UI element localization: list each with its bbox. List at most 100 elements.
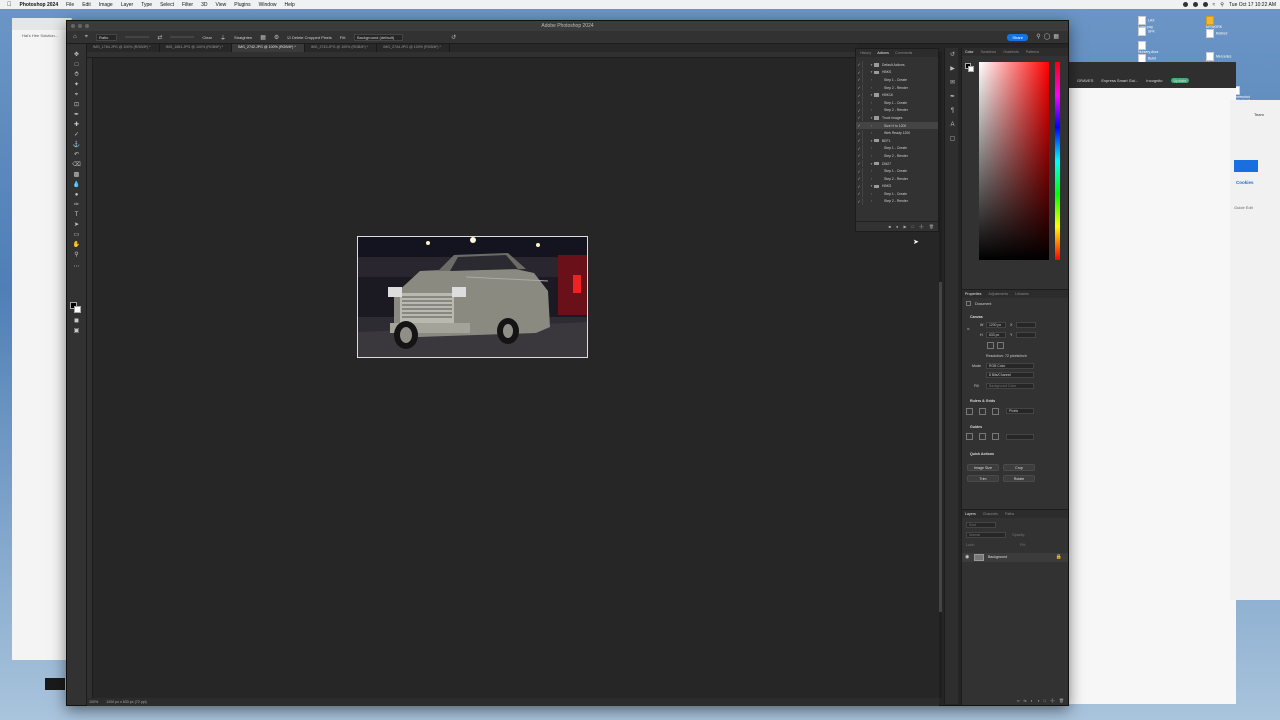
crop-tool-icon[interactable]: ⌖: [72, 92, 81, 99]
gradient-tool-icon[interactable]: ▩: [72, 172, 81, 179]
vertical-scrollbar[interactable]: [939, 52, 942, 698]
menu-plugins[interactable]: Plugins: [234, 2, 250, 8]
document-tab[interactable]: IMG_1784.JPG @ 100% (RGB/8*) *: [87, 44, 160, 52]
dialog-toggle[interactable]: [862, 114, 869, 122]
zoom-tool-icon[interactable]: ⚲: [72, 252, 81, 259]
action-step-row[interactable]: ✓ › Web Ready 1200: [856, 129, 938, 137]
team-label[interactable]: Team: [1254, 112, 1264, 117]
more-tools-icon[interactable]: ⋯: [72, 264, 81, 271]
mask-icon[interactable]: ◐: [1031, 698, 1033, 703]
width-field[interactable]: 1200 px: [986, 322, 1006, 328]
height-field[interactable]: 633 px: [986, 332, 1006, 338]
dialog-toggle[interactable]: [862, 175, 869, 183]
guides-section-title[interactable]: Guides: [970, 425, 982, 429]
menu-type[interactable]: Type: [141, 2, 152, 8]
menu-layer[interactable]: Layer: [121, 2, 134, 8]
wifi-icon[interactable]: ≈: [1213, 2, 1216, 8]
action-step-row[interactable]: ✓ › Step 2 - Render: [856, 175, 938, 183]
link-layers-icon[interactable]: ∞: [1017, 698, 1020, 703]
tab-properties[interactable]: Properties: [965, 292, 981, 296]
tab-paths[interactable]: Paths: [1005, 512, 1014, 516]
dialog-toggle[interactable]: [862, 129, 869, 137]
frame-tool-icon[interactable]: ⊡: [72, 102, 81, 109]
link-icon[interactable]: ∞: [967, 327, 970, 331]
dialog-toggle[interactable]: [862, 137, 869, 145]
ratio-width-field[interactable]: [125, 36, 150, 38]
rotate-button[interactable]: Rotate: [1003, 475, 1035, 482]
lasso-tool-icon[interactable]: ⥀: [72, 72, 81, 79]
document-tab[interactable]: IMG_1861.JPG @ 100% (RGB/8*) *: [160, 44, 233, 52]
action-step-row[interactable]: ✓ › Step 2 - Render: [856, 197, 938, 206]
desktop-file-icon[interactable]: Nursery.docx: [1138, 41, 1164, 54]
action-step-row[interactable]: ✓ › Step 1 - Create: [856, 99, 938, 107]
stop-icon[interactable]: ■: [889, 224, 891, 229]
blend-mode-dropdown[interactable]: Normal: [966, 532, 1006, 538]
tab-actions[interactable]: Actions: [877, 51, 889, 55]
cookies-link[interactable]: Cookies: [1236, 180, 1254, 185]
layer-kind-filter[interactable]: Kind: [966, 522, 996, 528]
dialog-toggle[interactable]: [862, 160, 869, 168]
ruler-icon[interactable]: [966, 408, 973, 415]
dialog-toggle[interactable]: [862, 190, 869, 198]
dialog-toggle[interactable]: [862, 152, 869, 160]
path-selection-tool-icon[interactable]: ➤: [72, 222, 81, 229]
menu-image[interactable]: Image: [99, 2, 113, 8]
desktop-folder-icon[interactable]: Retired: [1206, 29, 1232, 38]
eye-icon[interactable]: ◉: [965, 554, 969, 560]
dialog-toggle[interactable]: [862, 197, 869, 205]
search-icon[interactable]: ⚲: [1220, 2, 1224, 8]
dialog-toggle[interactable]: [862, 68, 869, 76]
home-icon[interactable]: ⌂: [73, 34, 77, 40]
guide-layout-icon[interactable]: [979, 433, 986, 440]
move-tool-icon[interactable]: ✥: [72, 52, 81, 59]
swap-icon[interactable]: ⇄: [157, 34, 162, 41]
portrait-orientation-icon[interactable]: [987, 342, 994, 349]
guide-icon[interactable]: [966, 433, 973, 440]
workspace-icons[interactable]: ⚲◯▦: [1036, 33, 1062, 40]
action-set-row[interactable]: ✓ ▾ DM27: [856, 160, 938, 168]
action-step-row[interactable]: ✓ › Step 1 - Create: [856, 167, 938, 175]
magic-wand-tool-icon[interactable]: ✦: [72, 82, 81, 89]
status-icon[interactable]: [1182, 2, 1188, 7]
browser-update-button[interactable]: Update: [1170, 78, 1190, 83]
browser-tab-label[interactable]: GRAVES: [1077, 78, 1093, 83]
type-tool-icon[interactable]: T: [72, 212, 81, 219]
y-field[interactable]: [1016, 332, 1036, 338]
landscape-orientation-icon[interactable]: [997, 342, 1004, 349]
document-tab-active[interactable]: IMG_2742.JPG @ 100% (RGB/8*) *: [232, 44, 305, 52]
canvas-area[interactable]: [93, 58, 939, 698]
dialog-toggle[interactable]: [862, 91, 869, 99]
menu-filter[interactable]: Filter: [182, 2, 193, 8]
trim-button[interactable]: Trim: [967, 475, 999, 482]
dialog-toggle[interactable]: [862, 99, 869, 107]
delete-cropped-pixels-checkbox[interactable]: ☑ Delete Cropped Pixels: [287, 35, 332, 40]
action-set-row[interactable]: ✓ ▾ HBKS: [856, 68, 938, 77]
minimize-window-button[interactable]: [78, 24, 82, 28]
document-tab[interactable]: IMG_2743.JPG @ 100% (RGB/8*) *: [305, 44, 378, 52]
pixel-grid-icon[interactable]: [992, 408, 999, 415]
action-set-row[interactable]: ✓ ▾ HBKS: [856, 182, 938, 191]
desktop-file-icon[interactable]: SFK: [1138, 27, 1164, 36]
play-icon[interactable]: ▶: [903, 224, 906, 229]
eyedropper-tool-icon[interactable]: ✒: [72, 112, 81, 119]
layer-name[interactable]: Background: [988, 555, 1007, 559]
tab-adjustments[interactable]: Adjustments: [988, 292, 1008, 296]
scrollbar-thumb[interactable]: [939, 282, 942, 612]
quick-actions-section-title[interactable]: Quick Actions: [970, 452, 994, 456]
menu-3d[interactable]: 3D: [201, 2, 207, 8]
apple-menu-icon[interactable]: : [7, 2, 12, 8]
tab-gradients[interactable]: Gradients: [1003, 50, 1019, 54]
dialog-toggle[interactable]: [862, 84, 869, 92]
color-picker-field[interactable]: [979, 62, 1049, 260]
menubar-clock[interactable]: Tue Oct 17 10:22 AM: [1229, 2, 1276, 8]
eraser-tool-icon[interactable]: ⌫: [72, 162, 81, 169]
background-browser-window[interactable]: GRAVES Express Smart Gui... Incognito Up…: [1066, 62, 1236, 704]
action-step-row[interactable]: ✓ › Step 2 - Render: [856, 152, 938, 160]
reset-icon[interactable]: ↺: [451, 34, 456, 41]
adjustment-layer-icon[interactable]: ◑: [1037, 698, 1039, 703]
background-window-left[interactable]: Hal's Hire Solution...: [12, 18, 72, 660]
action-step-row[interactable]: ✓ › Step 1 - Create: [856, 144, 938, 153]
blur-tool-icon[interactable]: 💧: [72, 182, 81, 189]
dialog-toggle[interactable]: [862, 106, 869, 114]
zoom-level[interactable]: 100%: [89, 700, 98, 704]
